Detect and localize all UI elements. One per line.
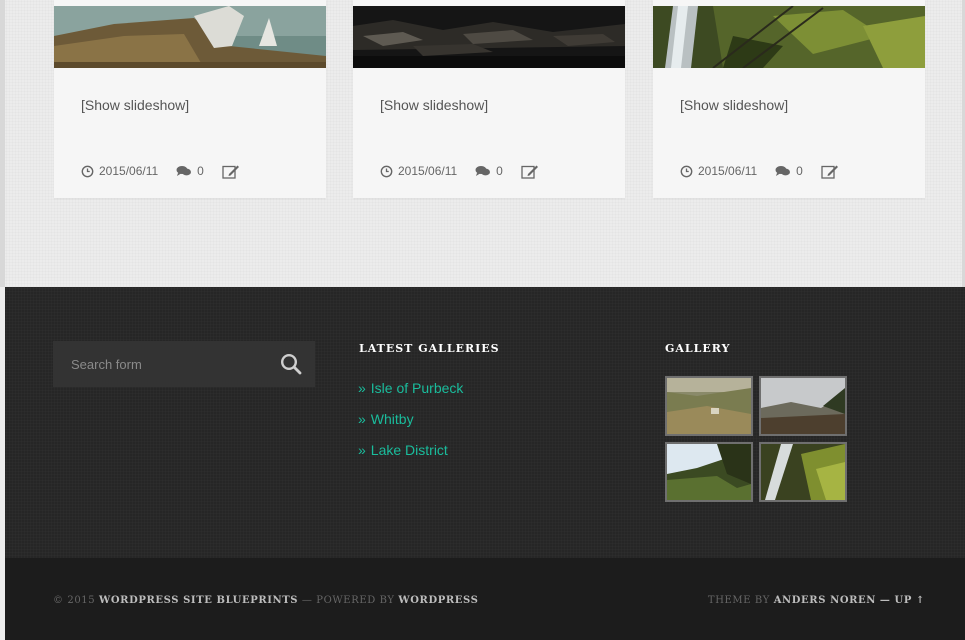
edit-icon[interactable]: [821, 164, 839, 179]
show-slideshow-link[interactable]: [Show slideshow]: [680, 97, 788, 113]
search-input[interactable]: [53, 341, 273, 387]
comment-count[interactable]: 0: [197, 164, 204, 178]
show-slideshow-link[interactable]: [Show slideshow]: [81, 97, 189, 113]
post-date[interactable]: 2015/06/11: [698, 164, 757, 178]
edit-icon[interactable]: [521, 164, 539, 179]
gallery-thumbnail[interactable]: [759, 442, 847, 502]
post-thumbnail[interactable]: [653, 6, 925, 68]
comment-count[interactable]: 0: [496, 164, 503, 178]
gallery-thumbnail[interactable]: [759, 376, 847, 436]
gallery-thumbnail[interactable]: [665, 442, 753, 502]
latest-galleries-title: LATEST GALLERIES: [359, 342, 500, 355]
post-card: [Show slideshow] 2015/06/11 0: [653, 0, 925, 198]
post-meta: 2015/06/11 0: [380, 162, 544, 180]
theme-author-link[interactable]: ANDERS NOREN: [774, 595, 876, 606]
comments-icon: [176, 165, 192, 177]
search-form: [53, 341, 315, 387]
post-meta: 2015/06/11 0: [81, 162, 245, 180]
gallery-widget-title: GALLERY: [665, 342, 731, 355]
post-date[interactable]: 2015/06/11: [398, 164, 457, 178]
gallery-grid: [665, 376, 849, 504]
latest-galleries-list: » Isle of Purbeck » Whitby » Lake Distri…: [358, 372, 463, 465]
clock-icon: [680, 165, 693, 178]
comment-count[interactable]: 0: [796, 164, 803, 178]
comments-icon: [475, 165, 491, 177]
comments-icon: [775, 165, 791, 177]
list-item: » Lake District: [358, 434, 463, 465]
post-date[interactable]: 2015/06/11: [99, 164, 158, 178]
double-chevron-icon: »: [358, 410, 366, 427]
gallery-link-isle-of-purbeck[interactable]: Isle of Purbeck: [371, 380, 464, 396]
show-slideshow-link[interactable]: [Show slideshow]: [380, 97, 488, 113]
double-chevron-icon: »: [358, 441, 366, 458]
theme-credits: THEME BY ANDERS NOREN — UP ↑: [708, 595, 925, 606]
gallery-link-lake-district[interactable]: Lake District: [371, 442, 448, 458]
double-chevron-icon: »: [358, 379, 366, 396]
gallery-thumbnail[interactable]: [665, 376, 753, 436]
copyright-text: © 2015: [53, 595, 96, 606]
theme-by-text: THEME BY: [707, 595, 770, 606]
post-meta: 2015/06/11 0: [680, 162, 844, 180]
search-icon[interactable]: [279, 352, 303, 376]
post-thumbnail[interactable]: [353, 6, 625, 68]
clock-icon: [81, 165, 94, 178]
powered-by-text: — POWERED BY: [301, 595, 395, 606]
site-name-link[interactable]: WORDPRESS SITE BLUEPRINTS: [99, 595, 298, 606]
site-credits: © 2015 WORDPRESS SITE BLUEPRINTS — POWER…: [53, 595, 478, 606]
list-item: » Whitby: [358, 403, 463, 434]
edit-icon[interactable]: [222, 164, 240, 179]
clock-icon: [380, 165, 393, 178]
list-item: » Isle of Purbeck: [358, 372, 463, 403]
gallery-link-whitby[interactable]: Whitby: [371, 411, 414, 427]
post-card: [Show slideshow] 2015/06/11 0: [54, 0, 326, 198]
post-card: [Show slideshow] 2015/06/11 0: [353, 0, 625, 198]
post-thumbnail[interactable]: [54, 6, 326, 68]
wordpress-link[interactable]: WORDPRESS: [398, 595, 478, 606]
back-to-top-link[interactable]: — UP ↑: [880, 595, 925, 606]
